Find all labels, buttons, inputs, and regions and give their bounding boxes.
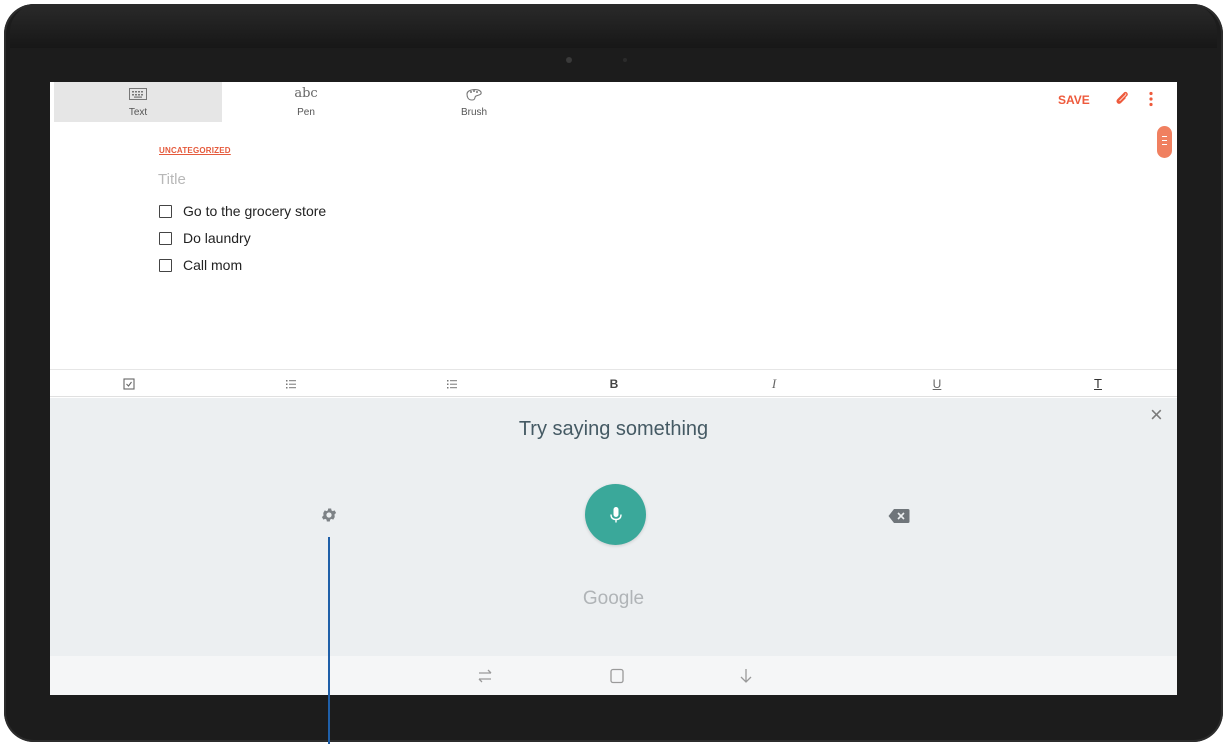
- numbered-list-icon[interactable]: [442, 375, 462, 393]
- tab-brush[interactable]: Brush: [390, 82, 558, 122]
- microphone-icon: [609, 506, 622, 522]
- keyboard-icon: [129, 86, 147, 102]
- checkbox[interactable]: [159, 258, 172, 272]
- front-sensor: [623, 58, 627, 62]
- navigation-bar: [50, 656, 1177, 695]
- tablet-top-bezel: [10, 4, 1217, 48]
- home-icon[interactable]: [608, 668, 626, 684]
- backspace-icon[interactable]: [888, 508, 910, 524]
- text-style-button[interactable]: T: [1088, 375, 1108, 393]
- underline-button[interactable]: U: [927, 375, 947, 393]
- screen: Text abc Pen Brush SAVE UNCATEGORIZED Ti…: [50, 82, 1177, 695]
- tab-pen-label: Pen: [297, 107, 315, 118]
- note-editor[interactable]: [136, 124, 1092, 369]
- tab-pen[interactable]: abc Pen: [222, 82, 390, 122]
- tab-brush-label: Brush: [460, 107, 488, 118]
- checkbox[interactable]: [159, 204, 172, 218]
- voice-prompt: Try saying something: [518, 418, 709, 440]
- bullet-list-icon[interactable]: [281, 375, 301, 393]
- scroll-handle[interactable]: [1157, 126, 1172, 158]
- more-options-icon[interactable]: [1148, 91, 1154, 107]
- checklist-item: Go to the grocery store: [159, 203, 326, 219]
- format-toolbar: B I U T: [50, 369, 1177, 397]
- google-brand: Google: [582, 588, 645, 609]
- tab-text[interactable]: Text: [54, 82, 222, 122]
- front-camera: [566, 57, 572, 63]
- callout-line: [328, 537, 330, 744]
- save-button[interactable]: SAVE: [1058, 93, 1090, 107]
- voice-input-panel: × Try saying something Google: [50, 398, 1177, 656]
- checklist-item-text[interactable]: Go to the grocery store: [183, 203, 326, 219]
- bold-button[interactable]: B: [604, 375, 624, 393]
- recent-apps-icon[interactable]: [476, 668, 494, 684]
- italic-button[interactable]: I: [764, 375, 784, 393]
- checklist-item: Call mom: [159, 257, 242, 273]
- checklist-item: Do laundry: [159, 230, 251, 246]
- microphone-button[interactable]: [585, 484, 646, 545]
- tab-text-label: Text: [128, 107, 148, 118]
- attach-icon[interactable]: [1114, 90, 1130, 106]
- back-down-icon[interactable]: [737, 668, 755, 684]
- settings-gear-icon[interactable]: [320, 506, 338, 524]
- brush-icon: [464, 86, 484, 102]
- title-field[interactable]: Title: [158, 171, 186, 188]
- category-label[interactable]: UNCATEGORIZED: [159, 146, 231, 155]
- checklist-item-text[interactable]: Do laundry: [183, 230, 251, 246]
- checkbox[interactable]: [159, 231, 172, 245]
- pen-icon: abc: [294, 86, 318, 101]
- checkbox-format-icon[interactable]: [119, 375, 139, 393]
- checklist-item-text[interactable]: Call mom: [183, 257, 242, 273]
